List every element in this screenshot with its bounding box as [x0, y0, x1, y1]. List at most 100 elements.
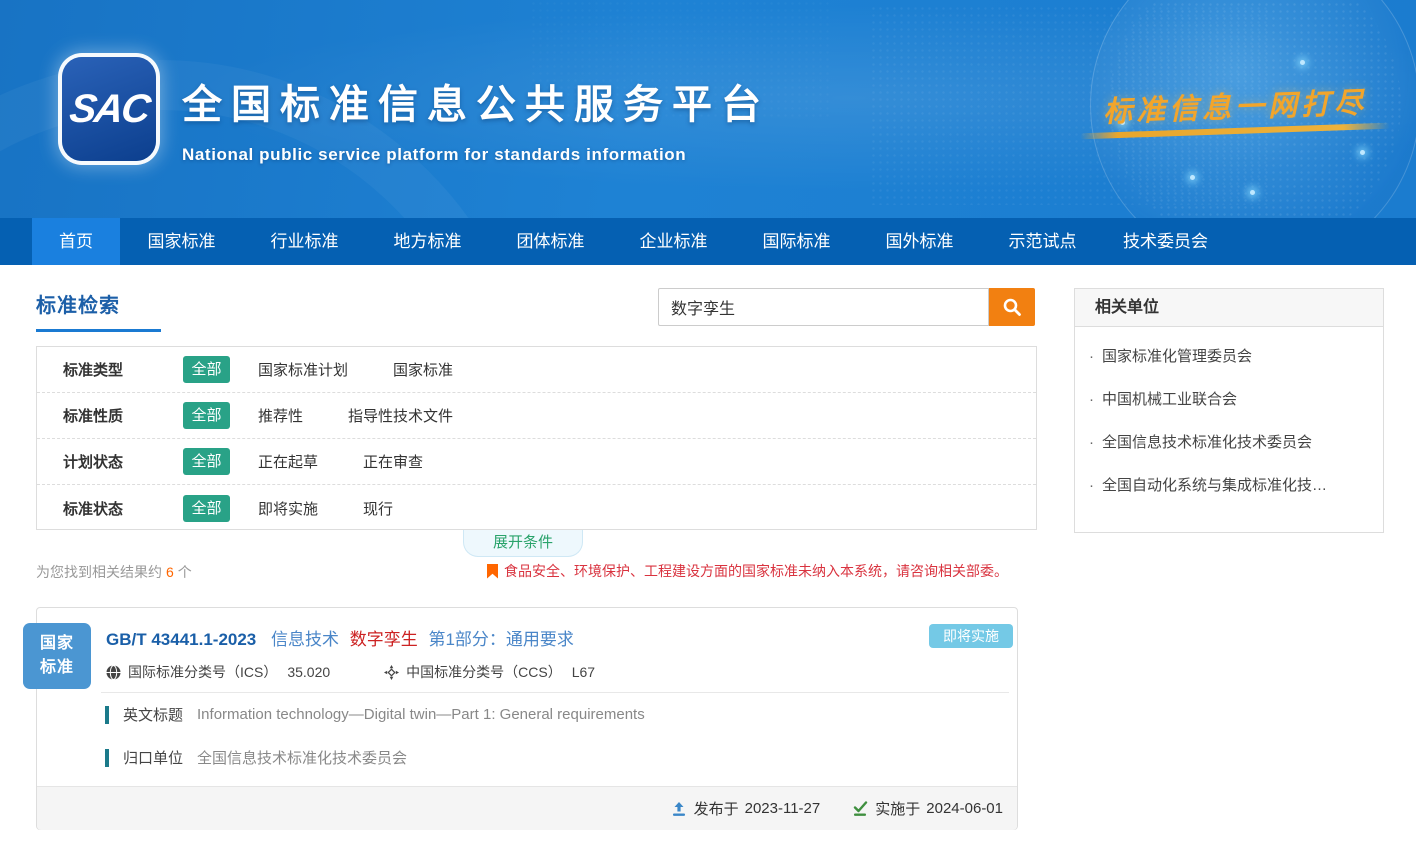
filter-panel: 标准类型 全部 国家标准计划 国家标准 标准性质 全部 推荐性 指导性技术文件 …: [36, 346, 1037, 530]
sidebar-item-sac[interactable]: · 国家标准化管理委员会: [1089, 335, 1369, 378]
card-separator: [101, 692, 1009, 693]
sidebar-item-label: 全国信息技术标准化技术委员会: [1102, 434, 1312, 451]
nav-item-technical-committees[interactable]: 技术委员会: [1104, 218, 1227, 265]
standard-name-part1[interactable]: 信息技术: [271, 630, 339, 649]
published-group: 发布于 2023-11-27: [671, 798, 821, 819]
result-card[interactable]: 国家 标准 GB/T 43441.1-2023 信息技术 数字孪生 第1部分：通…: [36, 607, 1018, 830]
nav-item-home[interactable]: 首页: [32, 218, 120, 265]
badge-line-2: 标准: [40, 656, 74, 680]
filter-option[interactable]: 指导性技术文件: [348, 405, 453, 426]
filter-option[interactable]: 正在审查: [363, 451, 423, 472]
filter-label: 标准类型: [63, 359, 141, 380]
standard-name-highlight[interactable]: 数字孪生: [350, 630, 418, 649]
bullet: ·: [1089, 391, 1094, 408]
glow-dot: [1360, 150, 1365, 155]
teal-bar: [105, 749, 109, 767]
sac-logo[interactable]: SAC: [62, 57, 156, 161]
nav-item-international-standards[interactable]: 国际标准: [735, 218, 858, 265]
page-title-underline: [36, 329, 161, 332]
filter-option[interactable]: 推荐性: [258, 405, 303, 426]
implemented-label: 实施于: [875, 798, 920, 819]
search-input[interactable]: [658, 288, 989, 326]
ics-label: 国际标准分类号（ICS）: [128, 662, 277, 682]
bullet: ·: [1089, 348, 1094, 365]
bullet: ·: [1089, 477, 1094, 494]
filter-all-button[interactable]: 全部: [183, 356, 230, 383]
filter-all-button[interactable]: 全部: [183, 402, 230, 429]
filter-row-standard-nature: 标准性质 全部 推荐性 指导性技术文件: [37, 393, 1036, 439]
page: SAC 全国标准信息公共服务平台 National public service…: [0, 0, 1416, 845]
status-badge: 即将实施: [929, 624, 1013, 648]
classification-row: 国际标准分类号（ICS） 35.020 中国标准分类号（CCS） L67: [106, 662, 595, 682]
filter-label: 标准状态: [63, 498, 141, 519]
published-label: 发布于: [694, 798, 739, 819]
nav-item-national-standards[interactable]: 国家标准: [120, 218, 243, 265]
filter-all-button[interactable]: 全部: [183, 448, 230, 475]
standard-title[interactable]: GB/T 43441.1-2023 信息技术 数字孪生 第1部分：通用要求: [106, 625, 574, 650]
sidebar-item-label: 国家标准化管理委员会: [1102, 348, 1252, 365]
page-title: 标准检索: [36, 289, 120, 318]
sidebar-item-it-standardization-committee[interactable]: · 全国信息技术标准化技术委员会: [1089, 421, 1369, 464]
bookmark-icon: [487, 564, 498, 579]
english-title-label: 英文标题: [123, 704, 183, 725]
compass-icon: [384, 665, 399, 680]
ccs-label: 中国标准分类号（CCS）: [406, 662, 562, 682]
nav-item-local-standards[interactable]: 地方标准: [366, 218, 489, 265]
notice-text: 食品安全、环境保护、工程建设方面的国家标准未纳入本系统，请咨询相关部委。: [504, 561, 1008, 581]
filter-row-standard-status: 标准状态 全部 即将实施 现行: [37, 485, 1036, 531]
ics-group: 国际标准分类号（ICS） 35.020: [106, 662, 330, 682]
related-units-list: · 国家标准化管理委员会 ·中国机械工业联合会 · 全国信息技术标准化技术委员会 ·…: [1075, 327, 1383, 507]
ics-value: 35.020: [287, 664, 330, 680]
filter-label: 标准性质: [63, 405, 141, 426]
sidebar-item-machinery-federation[interactable]: ·中国机械工业联合会: [1089, 378, 1369, 421]
committee-value: 全国信息技术标准化技术委员会: [197, 747, 407, 768]
expand-conditions-button[interactable]: 展开条件: [463, 530, 583, 557]
implemented-date: 2024-06-01: [926, 800, 1003, 817]
related-units-title: 相关单位: [1075, 289, 1383, 327]
sac-logo-text: SAC: [67, 87, 152, 132]
filter-option[interactable]: 国家标准: [393, 359, 453, 380]
national-standard-badge: 国家 标准: [23, 623, 91, 689]
globe-icon: [106, 665, 121, 680]
search-button[interactable]: [989, 288, 1035, 326]
filter-row-plan-status: 计划状态 全部 正在起草 正在审查: [37, 439, 1036, 485]
search-icon: [1002, 297, 1022, 317]
site-title: 全国标准信息公共服务平台: [182, 72, 770, 130]
ccs-group: 中国标准分类号（CCS） L67: [384, 662, 595, 682]
committee-label: 归口单位: [123, 747, 183, 768]
nav-item-industry-standards[interactable]: 行业标准: [243, 218, 366, 265]
nav-item-pilot-programs[interactable]: 示范试点: [981, 218, 1104, 265]
sidebar-item-label: 全国自动化系统与集成标准化技…: [1102, 477, 1327, 494]
summary-prefix: 为您找到相关结果约: [36, 564, 162, 580]
implemented-check-icon: [852, 801, 868, 817]
site-header: SAC 全国标准信息公共服务平台 National public service…: [0, 0, 1416, 218]
teal-bar: [105, 706, 109, 724]
glow-dot: [1250, 190, 1255, 195]
standard-code[interactable]: GB/T 43441.1-2023: [106, 630, 256, 649]
nav-item-group-standards[interactable]: 团体标准: [489, 218, 612, 265]
filter-all-button[interactable]: 全部: [183, 495, 230, 522]
committee-row: 归口单位 全国信息技术标准化技术委员会: [105, 747, 407, 768]
summary-suffix: 个: [178, 564, 192, 580]
filter-row-standard-type: 标准类型 全部 国家标准计划 国家标准: [37, 347, 1036, 393]
site-subtitle: National public service platform for sta…: [182, 145, 770, 165]
filter-option[interactable]: 正在起草: [258, 451, 318, 472]
filter-option[interactable]: 国家标准计划: [258, 359, 348, 380]
results-summary: 为您找到相关结果约6个: [36, 562, 192, 582]
related-units-panel: 相关单位 · 国家标准化管理委员会 ·中国机械工业联合会 · 全国信息技术标准化技术…: [1074, 288, 1384, 533]
bullet: ·: [1089, 434, 1094, 451]
standard-name-part2[interactable]: 第1部分：通用要求: [428, 630, 573, 649]
main-nav: 首页 国家标准 行业标准 地方标准 团体标准 企业标准 国际标准 国外标准 示范…: [0, 218, 1416, 265]
badge-line-1: 国家: [40, 632, 74, 656]
nav-item-foreign-standards[interactable]: 国外标准: [858, 218, 981, 265]
filter-label: 计划状态: [63, 451, 141, 472]
ccs-value: L67: [572, 664, 595, 680]
implemented-group: 实施于 2024-06-01: [852, 798, 1003, 819]
system-notice: 食品安全、环境保护、工程建设方面的国家标准未纳入本系统，请咨询相关部委。: [487, 561, 1008, 581]
filter-option[interactable]: 即将实施: [258, 498, 318, 519]
sidebar-item-automation-committee[interactable]: · 全国自动化系统与集成标准化技…: [1089, 464, 1369, 507]
nav-item-enterprise-standards[interactable]: 企业标准: [612, 218, 735, 265]
english-title-value: Information technology—Digital twin—Part…: [197, 706, 645, 723]
published-date: 2023-11-27: [745, 800, 821, 817]
filter-option[interactable]: 现行: [363, 498, 393, 519]
